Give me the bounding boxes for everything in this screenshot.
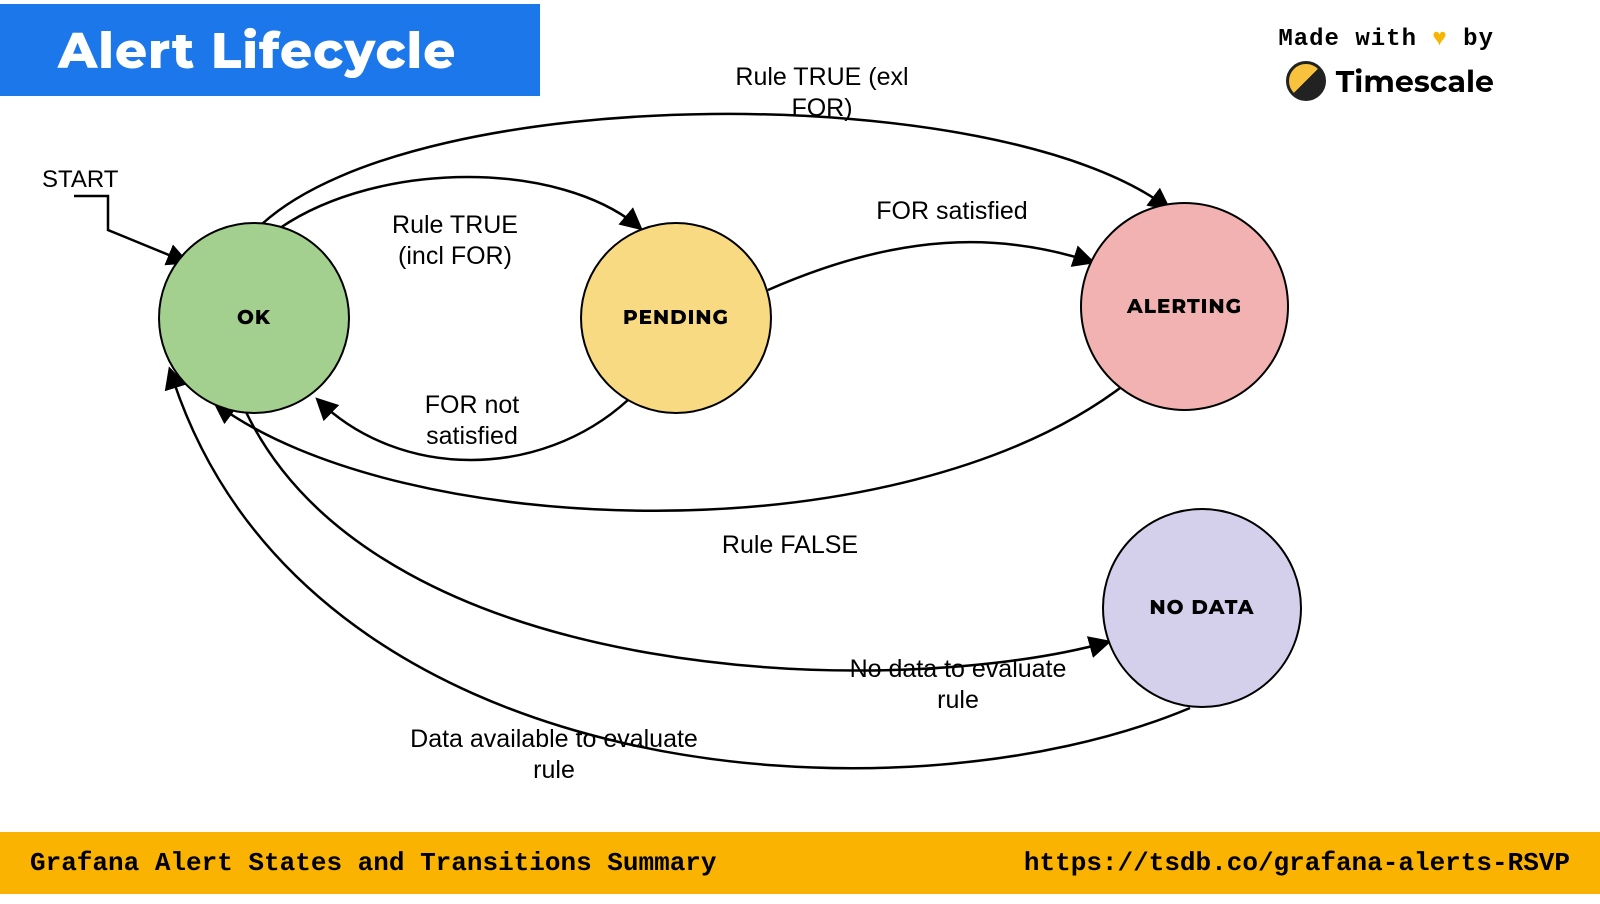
edge-ok-alerting	[262, 114, 1168, 224]
label-no-data-eval: No data to evaluate rule	[828, 654, 1088, 717]
diagram-arrows	[0, 0, 1600, 904]
attribution-block: Made with ♥ by Timescale	[1278, 26, 1494, 101]
title-banner: Alert Lifecycle	[0, 4, 540, 96]
made-with-text: Made with ♥ by	[1278, 26, 1494, 53]
label-for-satisfied: FOR satisfied	[872, 196, 1032, 227]
label-start: START	[42, 165, 118, 195]
label-rule-false: Rule FALSE	[720, 530, 860, 561]
page-title: Alert Lifecycle	[58, 20, 456, 81]
state-ok: OK	[158, 222, 350, 414]
footer-right: https://tsdb.co/grafana-alerts-RSVP	[1024, 848, 1570, 878]
footer-bar: Grafana Alert States and Transitions Sum…	[0, 832, 1600, 894]
edge-ok-nodata	[246, 412, 1108, 670]
label-rule-true-incl: Rule TRUE (incl FOR)	[370, 210, 540, 273]
edge-start-ok	[74, 196, 186, 262]
state-pending: PENDING	[580, 222, 772, 414]
label-rule-true-exl: Rule TRUE (exl FOR)	[702, 62, 942, 125]
brand-row: Timescale	[1278, 61, 1494, 101]
label-data-available: Data available to evaluate rule	[404, 724, 704, 787]
footer-left: Grafana Alert States and Transitions Sum…	[30, 848, 717, 878]
timescale-logo-icon	[1286, 61, 1326, 101]
state-alerting: ALERTING	[1080, 202, 1289, 411]
edge-pending-alerting	[768, 242, 1092, 290]
heart-icon: ♥	[1432, 26, 1447, 53]
state-nodata: NO DATA	[1102, 508, 1302, 708]
label-for-not-satisfied: FOR not satisfied	[382, 390, 562, 453]
brand-name: Timescale	[1336, 63, 1494, 100]
